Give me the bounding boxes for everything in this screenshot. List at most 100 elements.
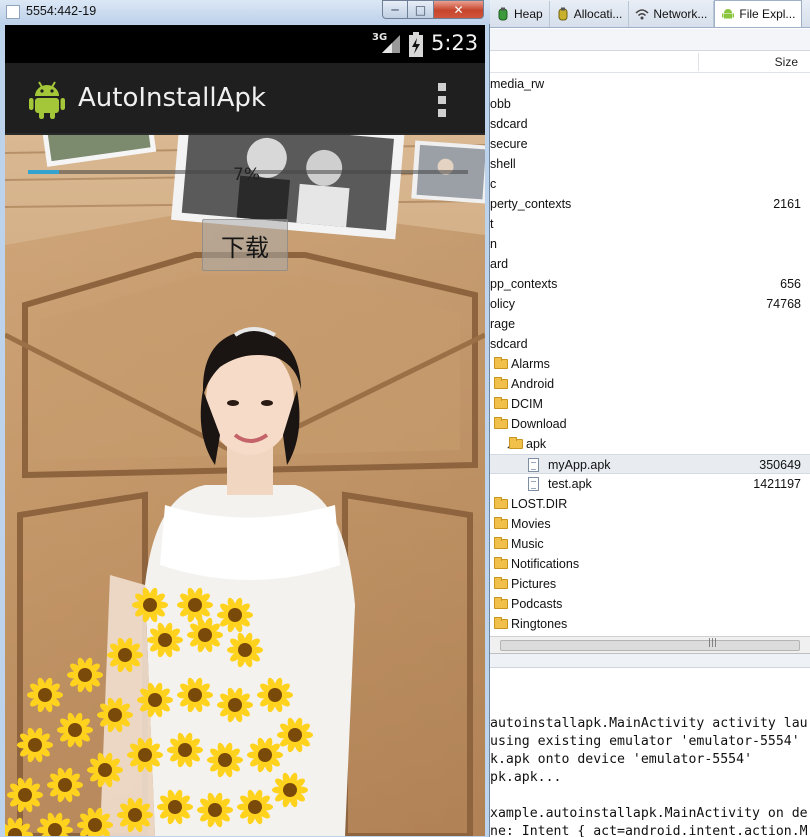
column-size-header[interactable]: Size: [775, 55, 798, 69]
horizontal-scrollbar[interactable]: |||: [490, 636, 810, 654]
tree-item-name: test.apk: [548, 477, 592, 491]
tree-item-name: apk: [526, 437, 547, 451]
column-separator[interactable]: [698, 53, 699, 71]
tree-item-name: perty_contexts: [490, 197, 572, 211]
tree-row[interactable]: t: [490, 214, 810, 234]
scrollbar-thumb[interactable]: |||: [500, 638, 800, 651]
download-button[interactable]: 下载: [202, 219, 288, 271]
tree-row[interactable]: sdcard: [490, 114, 810, 134]
folder-row[interactable]: Ringtones: [490, 614, 810, 634]
tree-row[interactable]: media_rw: [490, 74, 810, 94]
tree-row[interactable]: obb: [490, 94, 810, 114]
maximize-icon: □: [414, 2, 427, 17]
close-icon: ✕: [453, 2, 464, 17]
tree-item-name: Podcasts: [511, 597, 563, 611]
emulator-app-icon: [6, 5, 20, 19]
folder-icon: [494, 617, 508, 629]
status-bar: 3G 5:23: [5, 25, 485, 63]
android-launcher-icon[interactable]: [27, 78, 67, 120]
folder-row[interactable]: LOST.DIR: [490, 494, 810, 514]
tree-row[interactable]: olicy 74768: [490, 294, 810, 314]
overflow-menu-icon[interactable]: [435, 83, 449, 117]
tree-item-name: Pictures: [511, 577, 557, 591]
tree-item-name: rage: [490, 317, 516, 331]
tree-item-size: 656: [780, 277, 801, 291]
tree-row[interactable]: pp_contexts 656: [490, 274, 810, 294]
console-line: using existing emulator 'emulator-5554': [490, 734, 800, 749]
android-icon: [722, 9, 735, 19]
tree-row[interactable]: sdcard: [490, 334, 810, 354]
tree-row[interactable]: perty_contexts 2161: [490, 194, 810, 214]
folder-row[interactable]: Download: [490, 414, 810, 434]
file-row[interactable]: test.apk 1421197: [490, 474, 810, 494]
tree-item-name: Ringtones: [511, 617, 568, 631]
tree-item-name: Download: [511, 417, 567, 431]
console-line: ne: Intent { act=android.intent.action.M: [490, 824, 808, 837]
tree-item-name: Movies: [511, 517, 551, 531]
tree-item-size: 2161: [773, 197, 801, 211]
tree-item-name: sdcard: [490, 337, 528, 351]
emulator-window: 5554:442-19 ─ □ ✕ 3G 5:23 AutoInstallApk…: [0, 0, 490, 837]
tree-item-name: t: [490, 217, 494, 231]
heap-icon: [498, 7, 508, 21]
view-tab-bar: Heap Allocati... Network... File Expl...: [490, 0, 810, 28]
console-line: xample.autoinstallapk.MainActivity on de: [490, 806, 808, 821]
maximize-button[interactable]: □: [408, 0, 434, 19]
tree-row[interactable]: c: [490, 174, 810, 194]
tree-item-size: 350649: [759, 458, 801, 472]
folder-icon: [494, 537, 508, 549]
folder-row[interactable]: Pictures: [490, 574, 810, 594]
tab-heap[interactable]: Heap: [490, 1, 550, 27]
allocation-icon: [558, 7, 568, 21]
minimize-icon: ─: [391, 2, 399, 17]
tab-file-explorer[interactable]: File Expl...: [714, 0, 803, 27]
tab-label: File Expl...: [739, 7, 796, 21]
folder-icon: [494, 557, 508, 569]
folder-icon: [494, 357, 508, 369]
clock: 5:23: [431, 31, 479, 55]
tree-item-name: ard: [490, 257, 509, 271]
tree-item-name: LOST.DIR: [511, 497, 568, 511]
folder-row[interactable]: Podcasts: [490, 594, 810, 614]
tree-row[interactable]: secure: [490, 134, 810, 154]
folder-icon: [509, 437, 523, 449]
tree-row[interactable]: shell: [490, 154, 810, 174]
folder-row[interactable]: DCIM: [490, 394, 810, 414]
folder-icon: [494, 377, 508, 389]
close-button[interactable]: ✕: [434, 0, 484, 19]
file-icon: [528, 477, 539, 491]
tree-item-name: myApp.apk: [548, 458, 611, 472]
tab-label: Allocati...: [573, 7, 623, 21]
console-line: k.apk onto device 'emulator-5554': [490, 752, 753, 767]
file-row[interactable]: myApp.apk 350649: [490, 454, 810, 474]
network-icon: [635, 9, 649, 20]
app-title: AutoInstallApk: [78, 83, 266, 113]
window-controls: ─ □ ✕: [382, 0, 484, 19]
tab-label: Heap: [514, 7, 543, 21]
folder-row[interactable]: Notifications: [490, 554, 810, 574]
folder-row[interactable]: Music: [490, 534, 810, 554]
console-line: autoinstallapk.MainActivity activity lau: [490, 716, 808, 731]
folder-row[interactable]: Alarms: [490, 354, 810, 374]
device-screen: 3G 5:23 AutoInstallApk 7% 下载: [5, 25, 485, 836]
tree-item-name: Notifications: [511, 557, 580, 571]
view-toolbar: [490, 29, 810, 51]
app-content: 7% 下载: [5, 135, 485, 836]
tree-item-size: 1421197: [753, 477, 801, 491]
window-titlebar[interactable]: 5554:442-19 ─ □ ✕: [0, 0, 490, 24]
folder-row[interactable]: Movies: [490, 514, 810, 534]
tree-item-name: obb: [490, 97, 511, 111]
tree-item-name: olicy: [490, 297, 516, 311]
tree-row[interactable]: n: [490, 234, 810, 254]
tree-item-name: sdcard: [490, 117, 528, 131]
folder-row[interactable]: Android: [490, 374, 810, 394]
progress-percent-label: 7%: [233, 165, 260, 185]
tab-allocation[interactable]: Allocati...: [550, 1, 630, 27]
tab-network[interactable]: Network...: [629, 1, 715, 27]
minimize-button[interactable]: ─: [382, 0, 408, 19]
folder-row[interactable]: ◢apk: [490, 434, 810, 454]
tree-row[interactable]: ard: [490, 254, 810, 274]
file-explorer-tree: media_rw obb sdcard secure shell c perty_conte…: [490, 74, 810, 636]
console-line: pk.apk...: [490, 770, 562, 785]
tree-row[interactable]: rage: [490, 314, 810, 334]
